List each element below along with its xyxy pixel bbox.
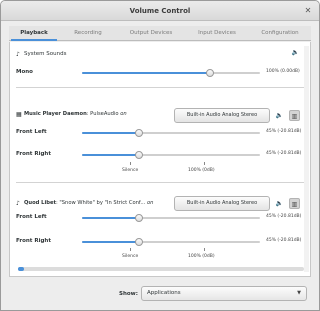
show-dropdown[interactable]: Applications ▼ [141,286,307,301]
quod-device-button[interactable]: Built-in Audio Analog Stereo [174,196,270,211]
speaker-icon[interactable]: 🔈 [290,47,301,58]
scale-tick-full [204,162,205,165]
vertical-scrollbar[interactable] [304,46,309,272]
mpd-stream-label: Music Player Daemon: PulseAudio on [24,111,127,117]
chevron-down-icon: ▼ [297,290,301,296]
horizontal-scrollbar-thumb[interactable] [18,267,24,271]
separator [16,87,304,88]
mpd-front-left-label: Front Left [16,129,47,135]
tab-bar: Playback Recording Output Devices Input … [9,26,311,41]
separator [16,182,304,183]
title-bar: Volume Control ✕ [1,1,319,21]
show-dropdown-value: Applications [147,290,181,296]
mpd-front-right-value: 45% (-20.81dB) [266,151,302,156]
quod-stream-label: Quod Libet: "Snow White" by "In Strict C… [24,200,153,206]
system-sounds-value: 100% (0.00dB) [266,69,300,74]
mpd-app-icon: ▦ [16,111,22,118]
scale-tick-full [204,248,205,251]
slider-fill [82,154,139,156]
quod-front-right-label: Front Right [16,238,51,244]
quod-detail: : "Snow White" by "In Strict Conf... [55,200,146,206]
quod-front-left-value: 45% (-20.81dB) [266,214,302,219]
scale-tick-silence [130,162,131,165]
quod-front-left-slider[interactable] [82,214,260,222]
scale-tick-silence [130,248,131,251]
mpd-front-right-label: Front Right [16,151,51,157]
show-label: Show: [119,291,138,297]
tab-recording[interactable]: Recording [59,26,117,41]
mpd-front-right-slider[interactable] [82,151,260,159]
slider-fill [82,132,139,134]
quod-scale-silence: Silence [122,254,139,259]
system-sounds-icon: ♪ [16,51,20,58]
quod-scale-full: 100% (0dB) [188,254,215,259]
quod-name: Quod Libet [24,200,56,206]
tab-configuration[interactable]: Configuration [249,26,311,41]
system-sounds-slider[interactable] [82,69,260,77]
horizontal-scrollbar[interactable] [18,267,304,271]
mpd-front-left-value: 45% (-20.81dB) [266,129,302,134]
lock-channels-icon[interactable]: ▥ [289,198,300,209]
mpd-name: Music Player Daemon [24,111,87,117]
slider-fill [82,241,139,243]
mpd-on: on [120,111,127,117]
quod-front-right-value: 45% (-20.81dB) [266,238,302,243]
playback-panel: ♪ System Sounds 🔈 Mono 100% (0.00dB) ▦ M… [9,42,311,277]
close-icon[interactable]: ✕ [302,5,314,17]
mute-icon[interactable]: 🔈 [274,198,285,209]
slider-fill [82,217,139,219]
quod-front-right-slider[interactable] [82,238,260,246]
slider-thumb[interactable] [134,238,143,246]
slider-thumb[interactable] [134,129,143,137]
slider-thumb[interactable] [134,151,143,159]
slider-thumb[interactable] [134,214,143,222]
tab-playback[interactable]: Playback [9,26,59,41]
quod-libet-app-icon: ♪ [16,200,20,207]
mute-icon[interactable]: 🔈 [274,110,285,121]
tab-input-devices[interactable]: Input Devices [185,26,249,41]
quod-on: on [146,200,154,206]
mpd-scale-full: 100% (0dB) [188,168,215,173]
quod-front-left-label: Front Left [16,214,47,220]
mpd-detail: : PulseAudio [86,111,119,117]
system-sounds-label: System Sounds [24,51,67,57]
window-title: Volume Control [129,7,191,15]
tab-output-devices[interactable]: Output Devices [117,26,185,41]
slider-thumb[interactable] [206,69,215,77]
mpd-front-left-slider[interactable] [82,129,260,137]
slider-fill [82,72,211,74]
volume-control-window: Volume Control ✕ Playback Recording Outp… [0,0,320,311]
system-sounds-channel: Mono [16,69,33,75]
lock-channels-icon[interactable]: ▥ [289,110,300,121]
mpd-scale-silence: Silence [122,168,139,173]
mpd-device-button[interactable]: Built-in Audio Analog Stereo [174,108,270,123]
